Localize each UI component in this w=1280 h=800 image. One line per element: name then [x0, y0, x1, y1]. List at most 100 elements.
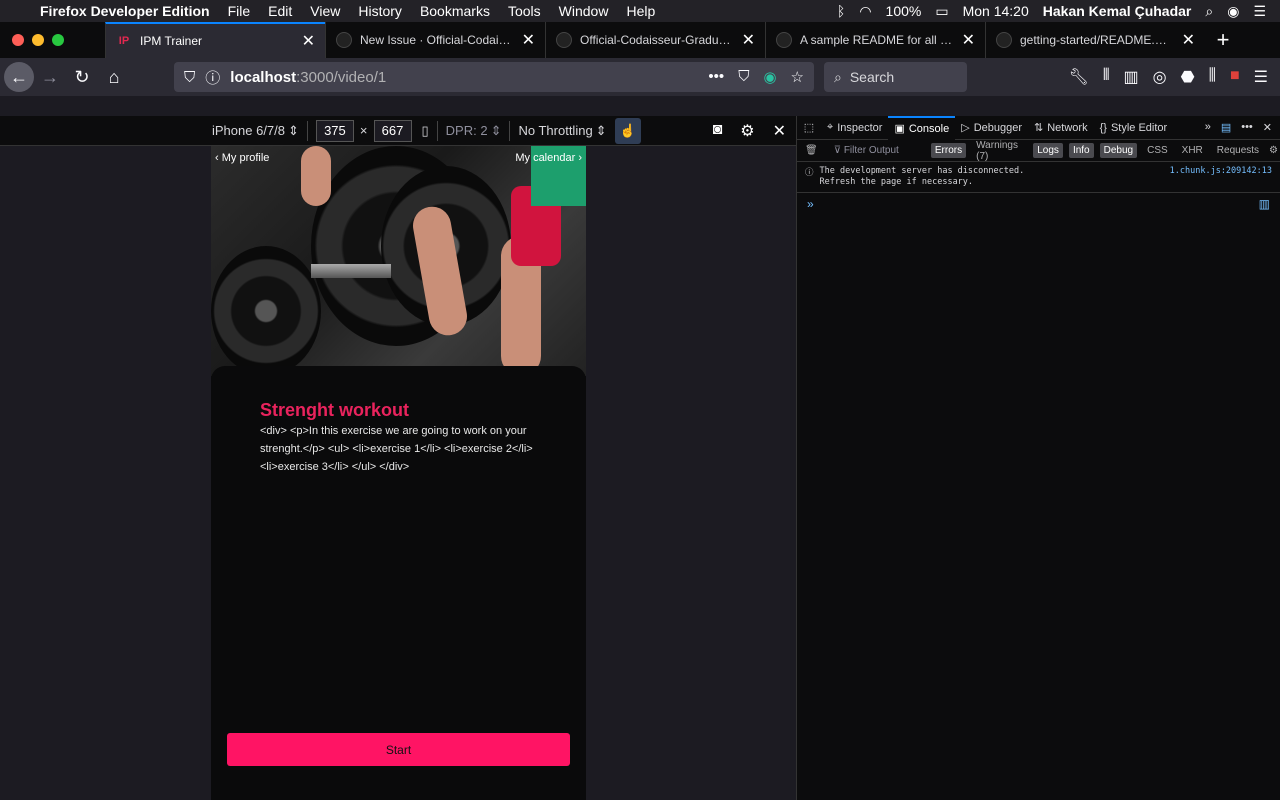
gear-icon[interactable]: ⚙ — [740, 121, 754, 141]
page-actions-icon[interactable]: ••• — [708, 68, 724, 86]
tab-sample-readme[interactable]: A sample README for all your ✕ — [765, 22, 985, 58]
menu-help[interactable]: Help — [626, 3, 655, 19]
element-picker-icon[interactable]: ⬚ — [797, 121, 821, 134]
close-tab-icon[interactable]: ✕ — [1182, 30, 1195, 50]
siri-icon[interactable]: ◉ — [1227, 3, 1239, 20]
battery-icon[interactable]: ▭ — [935, 3, 948, 20]
adblock-icon[interactable]: ⬣ — [1181, 67, 1195, 87]
filter-debug[interactable]: Debug — [1099, 143, 1138, 158]
close-devtools-icon[interactable]: ✕ — [1263, 121, 1272, 134]
clock[interactable]: Mon 14:20 — [963, 3, 1029, 19]
sidebar-icon[interactable]: ▥ — [1124, 67, 1139, 87]
menu-tools[interactable]: Tools — [508, 3, 541, 19]
console-settings-icon[interactable]: ⚙ — [1269, 145, 1278, 156]
trash-icon[interactable]: 🗑︎ — [805, 145, 818, 156]
menu-bookmarks[interactable]: Bookmarks — [420, 3, 490, 19]
rotate-icon[interactable]: ▯ — [422, 123, 429, 139]
extension-grid-icon[interactable]: ⫼ — [1209, 67, 1216, 87]
developer-tools-icon[interactable]: 🔧︎ — [1069, 67, 1089, 87]
tab-inspector[interactable]: ⌖ Inspector — [821, 116, 888, 140]
minimize-window-button[interactable] — [32, 34, 44, 46]
tab-style-editor[interactable]: {} Style Editor — [1094, 116, 1174, 140]
menu-window[interactable]: Window — [559, 3, 609, 19]
library-icon[interactable]: ⫴ — [1103, 67, 1110, 87]
search-bar[interactable]: ⌕ Search — [824, 62, 967, 92]
tab-official-codaisseur[interactable]: Official-Codaisseur-Graduate/ ✕ — [545, 22, 765, 58]
filter-errors[interactable]: Errors — [930, 143, 967, 158]
debugger-icon: ▷ — [961, 122, 970, 134]
more-tools-icon[interactable]: » — [1205, 121, 1211, 134]
menu-history[interactable]: History — [358, 3, 402, 19]
camera-icon[interactable]: ◙ — [713, 121, 723, 141]
extension-red-icon[interactable]: ■ — [1230, 67, 1240, 87]
console-input[interactable]: » ▥ — [797, 193, 1280, 215]
bookmark-star-icon[interactable]: ☆ — [791, 68, 804, 86]
menu-file[interactable]: File — [228, 3, 251, 19]
github-favicon-icon — [776, 32, 792, 48]
home-button[interactable]: ⌂ — [98, 61, 130, 93]
workout-description: <div> <p>In this exercise we are going t… — [260, 425, 533, 473]
filter-requests[interactable]: Requests — [1213, 143, 1263, 158]
reload-button[interactable]: ↻ — [66, 61, 98, 93]
url-text[interactable]: localhost:3000/video/1 — [230, 69, 386, 86]
filter-info[interactable]: Info — [1068, 143, 1094, 158]
tracking-shield-icon[interactable]: ⛉ — [184, 69, 195, 86]
zoom-window-button[interactable] — [52, 34, 64, 46]
filter-warnings[interactable]: Warnings (7) — [972, 138, 1027, 164]
menu-view[interactable]: View — [310, 3, 340, 19]
my-calendar-label: My calendar — [515, 152, 576, 164]
options-icon[interactable]: ••• — [1241, 121, 1253, 134]
spotlight-icon[interactable]: ⌕ — [1205, 3, 1213, 20]
tab-new-issue[interactable]: New Issue · Official-Codaisseur- ✕ — [325, 22, 545, 58]
close-tab-icon[interactable]: ✕ — [522, 30, 535, 50]
filter-css[interactable]: CSS — [1143, 143, 1172, 158]
close-tab-icon[interactable]: ✕ — [962, 30, 975, 50]
close-window-button[interactable] — [12, 34, 24, 46]
split-console-icon[interactable]: ▥ — [1259, 197, 1270, 211]
hamburger-menu-icon[interactable]: ☰ — [1254, 67, 1268, 87]
account-icon[interactable]: ◎ — [1153, 67, 1167, 87]
menubar-app-name[interactable]: Firefox Developer Edition — [40, 3, 210, 19]
tab-console[interactable]: ▣ Console — [888, 115, 956, 140]
filter-xhr[interactable]: XHR — [1178, 143, 1207, 158]
start-button[interactable]: Start — [227, 733, 570, 766]
close-tab-icon[interactable]: ✕ — [742, 30, 755, 50]
close-tab-icon[interactable]: ✕ — [302, 31, 315, 51]
site-info-icon[interactable]: ⓘ — [205, 67, 220, 88]
viewport-height-input[interactable]: 667 — [373, 119, 412, 142]
back-button[interactable]: ← — [4, 62, 34, 92]
dpr-selector[interactable]: DPR: 2 — [446, 123, 488, 138]
tab-label: Official-Codaisseur-Graduate/ — [580, 33, 734, 47]
new-tab-button[interactable]: + — [1205, 22, 1241, 58]
extension-icon[interactable]: ◉ — [763, 68, 776, 86]
wifi-icon[interactable]: ◠ — [859, 3, 871, 20]
device-selector[interactable]: iPhone 6/7/8 — [212, 123, 285, 138]
pocket-icon[interactable]: ⛉ — [738, 68, 749, 86]
tab-debugger[interactable]: ▷ Debugger — [955, 116, 1028, 140]
bluetooth-icon[interactable]: ᛒ — [837, 3, 845, 19]
url-bar[interactable]: ⛉ ⓘ localhost:3000/video/1 ••• ⛉ ◉ ☆ — [174, 62, 814, 92]
dock-icon[interactable]: ▤ — [1221, 121, 1231, 134]
notification-center-icon[interactable]: ☰ — [1253, 3, 1266, 20]
workout-title: Strenght workout — [260, 400, 409, 420]
filter-placeholder: Filter Output — [843, 145, 899, 156]
tab-getting-started[interactable]: getting-started/README.md at ✕ — [985, 22, 1205, 58]
tab-ipm-trainer[interactable]: IP IPM Trainer ✕ — [105, 22, 325, 58]
forward-button[interactable]: → — [34, 61, 66, 93]
tab-network[interactable]: ⇅ Network — [1028, 116, 1094, 140]
my-calendar-link[interactable]: My calendar › — [515, 152, 582, 164]
menu-edit[interactable]: Edit — [268, 3, 292, 19]
touch-simulation-icon[interactable]: ☝ — [614, 117, 641, 144]
tab-label: Network — [1047, 121, 1088, 134]
filter-logs[interactable]: Logs — [1033, 143, 1063, 158]
viewport-width-input[interactable]: 375 — [315, 119, 354, 142]
console-message-source-link[interactable]: 1.chunk.js:209142:13 — [1170, 166, 1272, 188]
my-profile-link[interactable]: ‹ My profile — [215, 152, 269, 164]
tab-label: A sample README for all your — [800, 33, 954, 47]
responsive-design-toolbar: iPhone 6/7/8 ⇕ 375 × 667 ▯ DPR: 2 ⇕ No T… — [0, 116, 796, 146]
close-icon[interactable]: ✕ — [773, 121, 786, 141]
user-name[interactable]: Hakan Kemal Çuhadar — [1043, 3, 1192, 19]
throttling-selector[interactable]: No Throttling — [518, 123, 592, 138]
filter-output-input[interactable]: ⊽ Filter Output — [824, 145, 925, 156]
window-controls — [0, 22, 105, 58]
